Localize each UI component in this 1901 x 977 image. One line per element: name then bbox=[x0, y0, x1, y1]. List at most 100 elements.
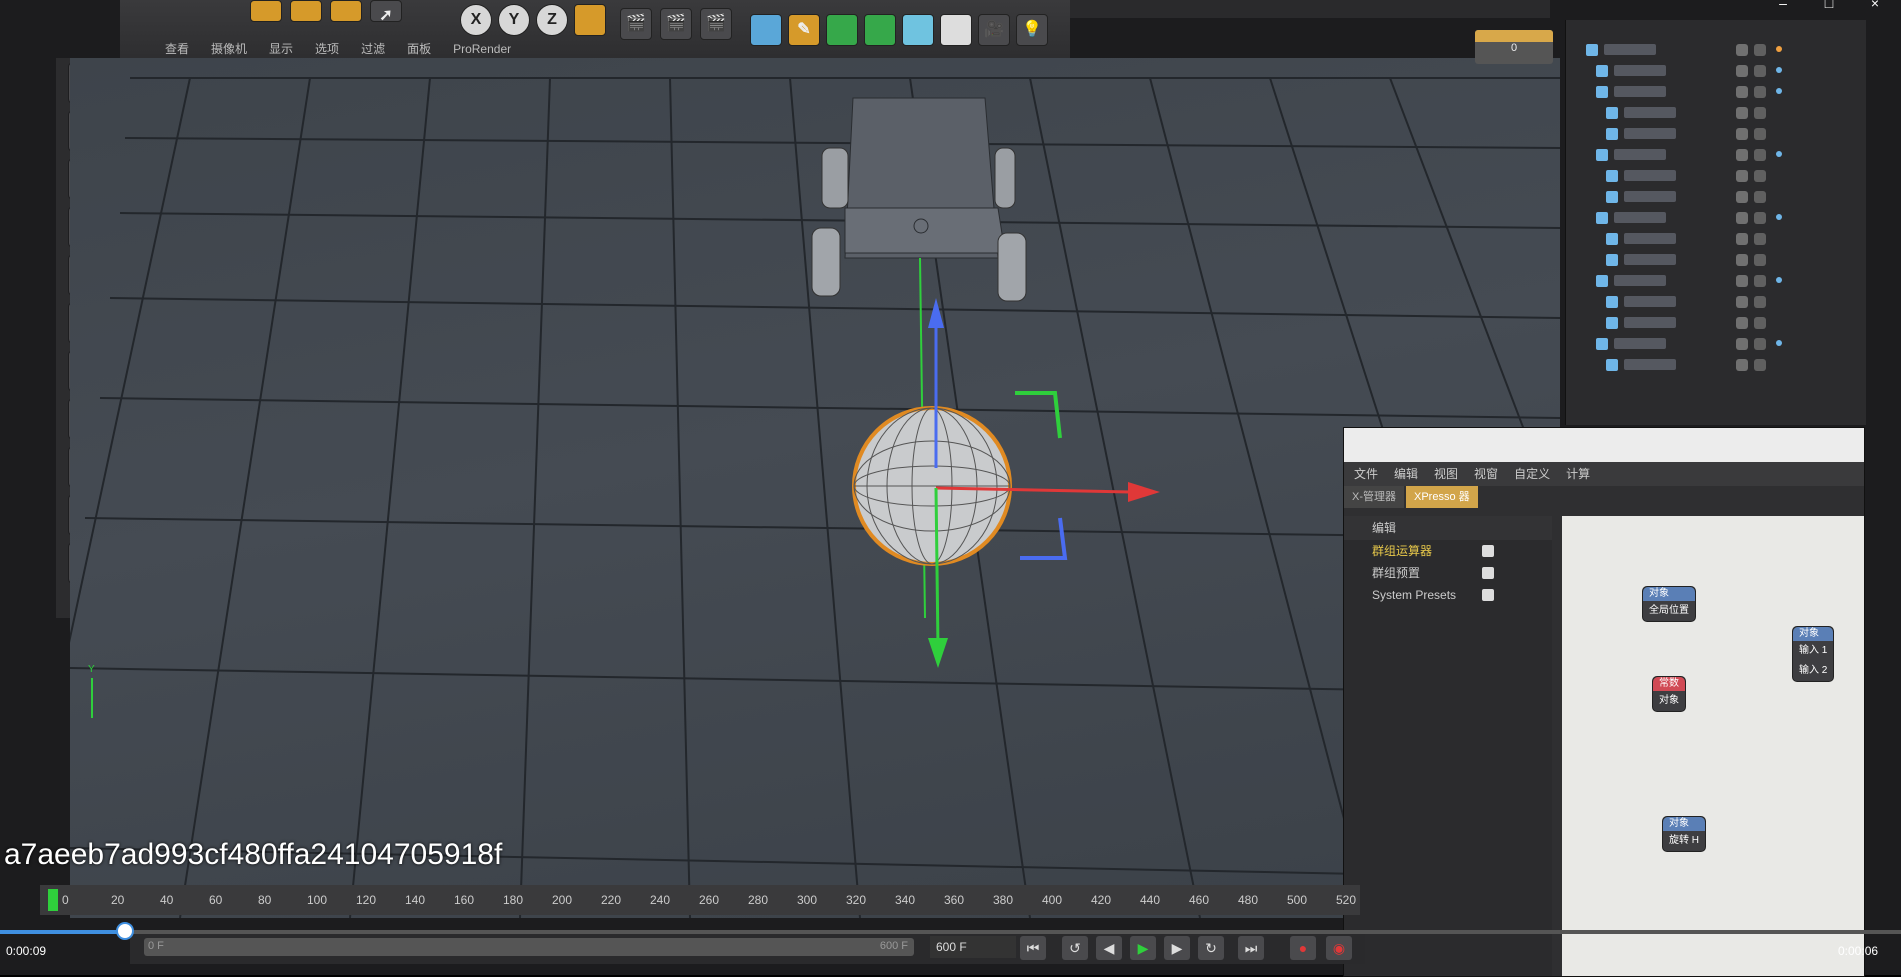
xpresso-menu-item[interactable]: 计算 bbox=[1566, 467, 1590, 481]
xpresso-menu-item[interactable]: 自定义 bbox=[1514, 467, 1550, 481]
enable-toggle[interactable] bbox=[1754, 317, 1766, 329]
tag-icon[interactable] bbox=[1776, 340, 1782, 346]
rotate-tool-icon[interactable] bbox=[330, 0, 362, 22]
xpresso-pool-item[interactable]: 群组运算器 bbox=[1344, 540, 1552, 562]
xpresso-menu-item[interactable]: 编辑 bbox=[1394, 467, 1418, 481]
object-tree-row[interactable] bbox=[1566, 40, 1866, 61]
viewport-menu-item[interactable]: 选项 bbox=[315, 40, 339, 57]
enable-toggle[interactable] bbox=[1754, 86, 1766, 98]
go-to-start-icon[interactable]: ⏮ bbox=[1020, 936, 1046, 960]
visibility-toggle[interactable] bbox=[1736, 275, 1748, 287]
object-tree-row[interactable] bbox=[1566, 124, 1866, 145]
viewport-menu-item[interactable]: 过滤 bbox=[361, 40, 385, 57]
tag-icon[interactable] bbox=[1776, 46, 1782, 52]
record-icon[interactable]: ● bbox=[1290, 936, 1316, 960]
checkbox[interactable] bbox=[1482, 567, 1494, 579]
object-tree-row[interactable] bbox=[1566, 103, 1866, 124]
render-picture-viewer-icon[interactable]: 🎬 bbox=[660, 8, 692, 40]
enable-toggle[interactable] bbox=[1754, 254, 1766, 266]
object-tree-row[interactable] bbox=[1566, 313, 1866, 334]
enable-toggle[interactable] bbox=[1754, 191, 1766, 203]
go-to-end-icon[interactable]: ⏭ bbox=[1238, 936, 1264, 960]
object-tree-row[interactable] bbox=[1566, 250, 1866, 271]
object-tree-row[interactable] bbox=[1566, 208, 1866, 229]
xpresso-node[interactable]: 对象 全局位置 bbox=[1642, 586, 1696, 622]
visibility-toggle[interactable] bbox=[1736, 317, 1748, 329]
enable-toggle[interactable] bbox=[1754, 128, 1766, 140]
visibility-toggle[interactable] bbox=[1736, 254, 1748, 266]
xpresso-node[interactable]: 常数 对象 bbox=[1652, 676, 1686, 712]
visibility-toggle[interactable] bbox=[1736, 44, 1748, 56]
autokey-icon[interactable]: ◉ bbox=[1326, 936, 1352, 960]
checkbox[interactable] bbox=[1482, 545, 1494, 557]
tag-icon[interactable] bbox=[1776, 214, 1782, 220]
sphere-object[interactable] bbox=[852, 406, 1012, 566]
3d-viewport[interactable]: Y bbox=[70, 58, 1560, 918]
enable-toggle[interactable] bbox=[1754, 296, 1766, 308]
xpresso-node-canvas[interactable]: 对象 全局位置 对象 输入 1 输入 2 常数 对象 对象 旋转 H bbox=[1562, 516, 1864, 976]
car-model[interactable] bbox=[811, 97, 1027, 302]
xpresso-tab[interactable]: X-管理器 bbox=[1344, 486, 1404, 508]
frame-range-slider[interactable]: 0 F 600 F bbox=[144, 938, 914, 956]
tag-icon[interactable] bbox=[1776, 67, 1782, 73]
axis-x-button[interactable]: X bbox=[460, 4, 492, 36]
enable-toggle[interactable] bbox=[1754, 44, 1766, 56]
frame-readout[interactable]: 0 bbox=[1475, 30, 1553, 64]
xpresso-node[interactable]: 对象 旋转 H bbox=[1662, 816, 1706, 852]
xpresso-node-port[interactable]: 对象 bbox=[1653, 691, 1685, 711]
object-tree-row[interactable] bbox=[1566, 61, 1866, 82]
object-tree-row[interactable] bbox=[1566, 187, 1866, 208]
xpresso-node[interactable]: 对象 输入 1 输入 2 bbox=[1792, 626, 1835, 682]
xpresso-tab[interactable]: XPresso 器 bbox=[1406, 486, 1478, 508]
previous-key-icon[interactable]: ↺ bbox=[1062, 936, 1088, 960]
object-tree-row[interactable] bbox=[1566, 166, 1866, 187]
enable-toggle[interactable] bbox=[1754, 65, 1766, 77]
xpresso-menu-item[interactable]: 文件 bbox=[1354, 467, 1378, 481]
next-key-icon[interactable]: ↻ bbox=[1198, 936, 1224, 960]
enable-toggle[interactable] bbox=[1754, 233, 1766, 245]
render-settings-icon[interactable]: 🎬 bbox=[700, 8, 732, 40]
visibility-toggle[interactable] bbox=[1736, 86, 1748, 98]
end-frame-field[interactable]: 600 F bbox=[930, 936, 1016, 958]
object-tree-row[interactable] bbox=[1566, 229, 1866, 250]
coordinate-system-icon[interactable] bbox=[574, 4, 606, 36]
visibility-toggle[interactable] bbox=[1736, 149, 1748, 161]
visibility-toggle[interactable] bbox=[1736, 338, 1748, 350]
xpresso-node-port[interactable]: 输入 1 bbox=[1793, 641, 1833, 661]
visibility-toggle[interactable] bbox=[1736, 359, 1748, 371]
xpresso-menu-item[interactable]: 视窗 bbox=[1474, 467, 1498, 481]
enable-toggle[interactable] bbox=[1754, 212, 1766, 224]
previous-frame-icon[interactable]: ◀ bbox=[1096, 936, 1122, 960]
enable-toggle[interactable] bbox=[1754, 359, 1766, 371]
enable-toggle[interactable] bbox=[1754, 275, 1766, 287]
xpresso-node-port[interactable]: 输入 2 bbox=[1793, 661, 1833, 681]
minimize-icon[interactable]: – bbox=[1760, 0, 1806, 10]
move-tool-icon[interactable] bbox=[250, 0, 282, 22]
xpresso-menu-item[interactable]: 视图 bbox=[1434, 467, 1458, 481]
enable-toggle[interactable] bbox=[1754, 338, 1766, 350]
visibility-toggle[interactable] bbox=[1736, 65, 1748, 77]
axis-z-button[interactable]: Z bbox=[536, 4, 568, 36]
visibility-toggle[interactable] bbox=[1736, 212, 1748, 224]
visibility-toggle[interactable] bbox=[1736, 128, 1748, 140]
viewport-menu-item[interactable]: 摄像机 bbox=[211, 40, 247, 57]
visibility-toggle[interactable] bbox=[1736, 233, 1748, 245]
visibility-toggle[interactable] bbox=[1736, 170, 1748, 182]
xpresso-pool-item[interactable]: System Presets bbox=[1344, 584, 1552, 606]
video-progress-track[interactable] bbox=[0, 930, 1901, 934]
timeline-ruler[interactable]: 0 20 40 60 80 100 120 140 160 180 200 220 240 260 280 3… bbox=[40, 885, 1360, 915]
viewport-menu-item[interactable]: 显示 bbox=[269, 40, 293, 57]
object-tree-row[interactable] bbox=[1566, 334, 1866, 355]
maximize-icon[interactable]: □ bbox=[1806, 0, 1852, 10]
enable-toggle[interactable] bbox=[1754, 107, 1766, 119]
object-tree-row[interactable] bbox=[1566, 271, 1866, 292]
object-tree-row[interactable] bbox=[1566, 145, 1866, 166]
viewport-menu-item[interactable]: 查看 bbox=[165, 40, 189, 57]
object-tree-row[interactable] bbox=[1566, 82, 1866, 103]
scale-tool-icon[interactable] bbox=[290, 0, 322, 22]
viewport-menu-item[interactable]: ProRender bbox=[453, 42, 511, 56]
play-icon[interactable]: ▶ bbox=[1130, 936, 1156, 960]
viewport-menu-item[interactable]: 面板 bbox=[407, 40, 431, 57]
visibility-toggle[interactable] bbox=[1736, 191, 1748, 203]
visibility-toggle[interactable] bbox=[1736, 296, 1748, 308]
